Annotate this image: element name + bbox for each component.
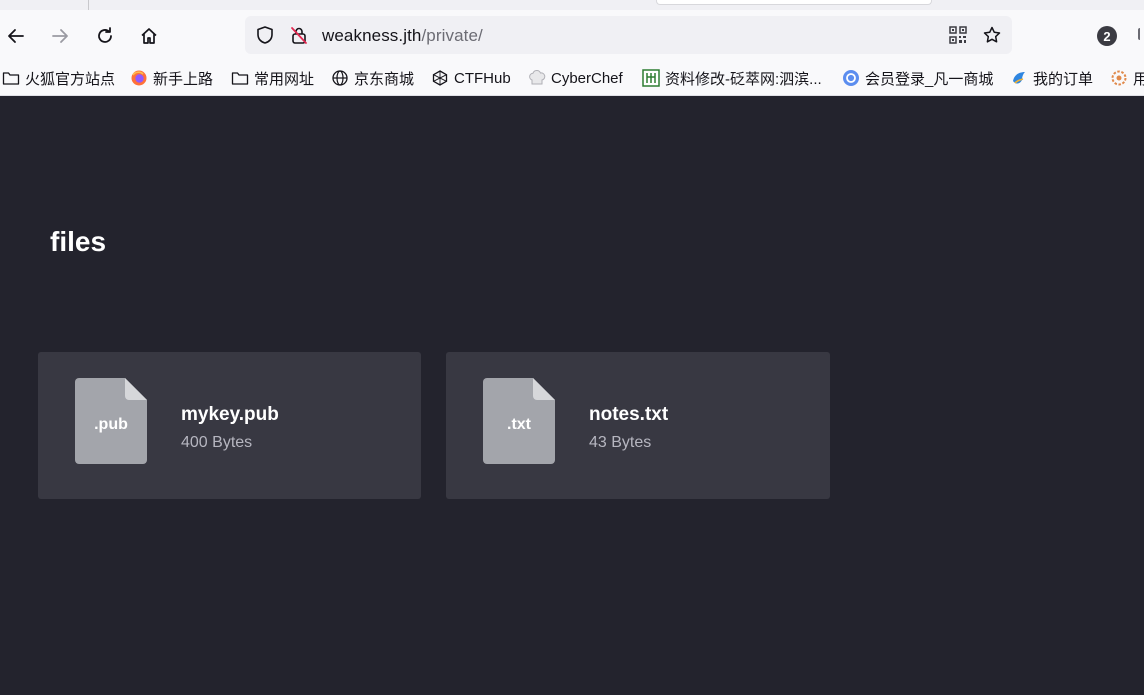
home-icon — [141, 28, 157, 44]
file-card-notes[interactable]: .txt notes.txt 43 Bytes — [446, 352, 830, 499]
bookmarks-toolbar: 火狐官方站点 新手上路 常用网址 京东商城 CTFHub CyberChef 资… — [0, 60, 1144, 96]
insecure-lock-icon[interactable] — [289, 25, 309, 45]
navigation-toolbar: weakness.jth/private/ 2 — [0, 10, 1144, 60]
bookmark-label: 火狐官方站点 — [25, 70, 116, 88]
bookmark-item[interactable]: 火狐官方站点 — [2, 68, 115, 88]
file-name[interactable]: notes.txt — [589, 404, 668, 426]
bookmark-label: 京东商城 — [354, 70, 415, 88]
bookmark-label: 常用网址 — [254, 70, 315, 88]
shop-icon — [842, 69, 860, 87]
file-card-mykey[interactable]: .pub mykey.pub 400 Bytes — [38, 352, 421, 499]
bookmark-label: 新手上路 — [153, 70, 214, 88]
globe-icon — [331, 69, 349, 87]
bookmark-item[interactable]: 会员登录_凡一商城 — [842, 68, 993, 88]
qr-code-icon[interactable] — [948, 25, 968, 45]
bookmark-item[interactable]: 资料修改-砭萃网:泗滨... — [642, 68, 822, 88]
firefox-icon — [130, 69, 148, 87]
tab-divider — [88, 0, 89, 10]
bookmark-item[interactable]: 用 — [1110, 68, 1144, 88]
url-path: /private/ — [421, 26, 483, 45]
extension-badge[interactable]: 2 — [1097, 26, 1117, 46]
file-name[interactable]: mykey.pub — [181, 404, 279, 426]
bookmark-label: CyberChef — [551, 69, 623, 87]
bookmark-item[interactable]: 京东商城 — [331, 68, 414, 88]
ctfhub-icon — [431, 69, 449, 87]
forward-button[interactable] — [46, 22, 74, 50]
order-icon — [1010, 69, 1028, 87]
reload-icon — [98, 27, 112, 43]
tab-strip — [0, 0, 1144, 10]
url-bar[interactable]: weakness.jth/private/ — [245, 16, 1012, 54]
gear-site-icon — [1110, 69, 1128, 87]
bookmark-label: 我的订单 — [1033, 70, 1094, 88]
bookmark-label: 会员登录_凡一商城 — [865, 70, 994, 88]
folder-icon — [231, 69, 249, 87]
bookmark-label: 资料修改-砭萃网:泗滨... — [665, 70, 822, 88]
site-icon — [642, 69, 660, 87]
file-extension-label: .pub — [94, 416, 128, 433]
page-body: files .pub mykey.pub 400 Bytes .txt note… — [0, 96, 1144, 695]
file-size: 43 Bytes — [589, 434, 652, 451]
bookmark-item[interactable]: CTFHub — [431, 68, 511, 88]
url-host: weakness.jth — [322, 26, 422, 45]
back-button[interactable] — [2, 22, 30, 50]
popup-edge — [656, 0, 932, 5]
file-icon: .pub — [75, 378, 147, 464]
url-text[interactable]: weakness.jth/private/ — [322, 26, 483, 46]
bookmark-star-icon[interactable] — [982, 25, 1002, 45]
chef-hat-icon — [528, 69, 546, 87]
tracking-shield-icon[interactable] — [255, 25, 275, 45]
forward-arrow-icon — [52, 29, 68, 43]
reload-button[interactable] — [91, 22, 119, 50]
back-arrow-icon — [8, 29, 24, 43]
bookmark-label: 用 — [1133, 68, 1144, 89]
bookmark-item[interactable]: 常用网址 — [231, 68, 314, 88]
file-extension-label: .txt — [507, 416, 531, 433]
bookmark-item[interactable]: 新手上路 — [130, 68, 213, 88]
bookmark-item[interactable]: 我的订单 — [1010, 68, 1093, 88]
bookmark-label: CTFHub — [454, 69, 511, 87]
home-button[interactable] — [135, 22, 163, 50]
file-size: 400 Bytes — [181, 434, 253, 451]
bookmark-item[interactable]: CyberChef — [528, 68, 623, 88]
page-title: files — [50, 226, 107, 257]
folder-icon — [2, 69, 20, 87]
overflow-icon[interactable] — [1138, 28, 1144, 40]
file-icon: .txt — [483, 378, 555, 464]
